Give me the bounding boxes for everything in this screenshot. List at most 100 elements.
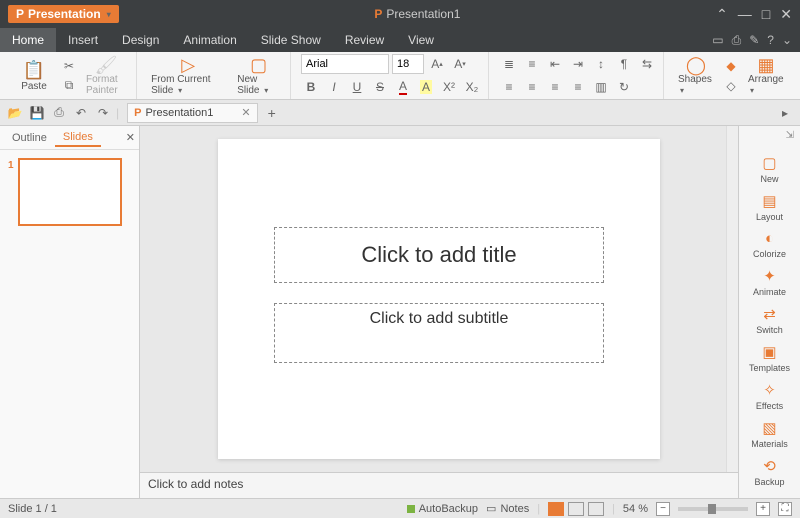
slide-counter: Slide 1 / 1: [8, 503, 57, 515]
rp-new[interactable]: ▢New: [739, 150, 800, 188]
menu-slide-show[interactable]: Slide Show: [249, 28, 333, 52]
format-painter-icon: 🖌: [95, 56, 118, 74]
app-name: Presentation: [28, 7, 101, 21]
menu-insert[interactable]: Insert: [56, 28, 110, 52]
document-tab[interactable]: PPresentation1 ✕: [127, 103, 257, 123]
thumbnails-area[interactable]: 1: [0, 150, 139, 498]
redo-icon[interactable]: ↷: [94, 104, 112, 122]
tool-icon[interactable]: ✎: [749, 33, 759, 47]
doc-tab-icon: P: [134, 107, 141, 119]
help-icon[interactable]: ?: [767, 33, 774, 47]
rp-materials[interactable]: ▧Materials: [739, 415, 800, 453]
rp-switch[interactable]: ⇄Switch: [739, 301, 800, 339]
print-icon[interactable]: ⎙: [732, 33, 742, 48]
from-current-slide-button[interactable]: ▷ From Current Slide ▾: [147, 54, 229, 98]
fill-button[interactable]: ◆: [722, 57, 740, 75]
notes-pane[interactable]: Click to add notes: [140, 472, 738, 498]
reading-view-button[interactable]: [588, 502, 604, 516]
app-badge[interactable]: P Presentation ▾: [8, 5, 119, 23]
autobackup-indicator[interactable]: AutoBackup: [407, 503, 478, 515]
rp-layout[interactable]: ▤Layout: [739, 188, 800, 226]
font-name-input[interactable]: [301, 54, 389, 74]
menu-view[interactable]: View: [396, 28, 446, 52]
menu-animation[interactable]: Animation: [171, 28, 248, 52]
paste-icon: 📋: [23, 59, 45, 81]
columns-button[interactable]: ▥: [591, 77, 611, 97]
zoom-slider[interactable]: [678, 507, 748, 511]
rp-templates[interactable]: ▣Templates: [739, 339, 800, 377]
slide-thumbnail[interactable]: 1: [18, 158, 122, 226]
superscript-button[interactable]: X²: [439, 77, 459, 97]
notes-toggle[interactable]: ▭ Notes: [486, 502, 529, 515]
outline-button[interactable]: ◇: [722, 77, 740, 95]
shrink-font-button[interactable]: A▾: [450, 54, 470, 74]
grow-font-button[interactable]: A▴: [427, 54, 447, 74]
print-quick-icon[interactable]: ⎙: [50, 104, 68, 122]
strike-button[interactable]: S: [370, 77, 390, 97]
shapes-button[interactable]: ◯ Shapes ▾: [674, 54, 718, 98]
window-caret-icon[interactable]: ⌃: [716, 6, 728, 23]
align-right-button[interactable]: ≡: [545, 77, 565, 97]
minimize-button[interactable]: —: [738, 6, 752, 23]
text-direction-button[interactable]: ⇆: [637, 54, 657, 74]
save-icon[interactable]: 💾: [28, 104, 46, 122]
zoom-in-button[interactable]: +: [756, 502, 770, 516]
rp-backup[interactable]: ⟲Backup: [739, 453, 800, 491]
slides-tab[interactable]: Slides: [55, 129, 101, 147]
vertical-scrollbar[interactable]: [726, 126, 738, 472]
fit-button[interactable]: ⛶: [778, 502, 792, 516]
normal-view-button[interactable]: [548, 502, 564, 516]
canvas[interactable]: Click to add title Click to add subtitle: [140, 126, 738, 472]
collapse-ribbon-icon[interactable]: ⌄: [782, 33, 792, 47]
outline-tab[interactable]: Outline: [4, 130, 55, 146]
sorter-view-button[interactable]: [568, 502, 584, 516]
close-panel-icon[interactable]: ✕: [126, 131, 135, 144]
align-left-button[interactable]: ≡: [499, 77, 519, 97]
subscript-button[interactable]: X₂: [462, 77, 482, 97]
font-color-button[interactable]: A: [393, 77, 413, 97]
rp-animate[interactable]: ✦Animate: [739, 263, 800, 301]
highlight-button[interactable]: A: [416, 77, 436, 97]
line-spacing-button[interactable]: ↕: [591, 54, 611, 74]
new-tab-button[interactable]: +: [268, 105, 276, 121]
arrange-button[interactable]: ▦ Arrange ▾: [744, 54, 788, 98]
copy-button[interactable]: ⧉: [60, 77, 78, 95]
window-list-icon[interactable]: ▭: [712, 33, 723, 47]
undo-icon[interactable]: ↶: [72, 104, 90, 122]
decrease-indent-button[interactable]: ⇤: [545, 54, 565, 74]
bullets-button[interactable]: ≣: [499, 54, 519, 74]
align-center-button[interactable]: ≡: [522, 77, 542, 97]
zoom-out-button[interactable]: −: [656, 502, 670, 516]
numbering-button[interactable]: ≡: [522, 54, 542, 74]
close-tab-icon[interactable]: ✕: [241, 106, 250, 119]
thumbnail-number: 1: [8, 160, 14, 171]
paste-button[interactable]: 📋 Paste: [12, 54, 56, 98]
subtitle-placeholder[interactable]: Click to add subtitle: [274, 303, 604, 363]
close-button[interactable]: ✕: [780, 6, 792, 23]
menu-home[interactable]: Home: [0, 28, 56, 52]
rp-effects[interactable]: ✧Effects: [739, 377, 800, 415]
rp-colorize[interactable]: ◐Colorize: [739, 226, 800, 263]
title-placeholder[interactable]: Click to add title: [274, 227, 604, 283]
bold-button[interactable]: B: [301, 77, 321, 97]
maximize-button[interactable]: □: [762, 6, 770, 23]
justify-button[interactable]: ≡: [568, 77, 588, 97]
right-panel-pin-icon[interactable]: ⇲: [739, 130, 800, 150]
layout-icon: ▤: [762, 192, 776, 210]
clipboard-group: 📋 Paste ✂ ⧉ 🖌 Format Painter: [6, 52, 137, 99]
menu-design[interactable]: Design: [110, 28, 171, 52]
format-painter-button[interactable]: 🖌 Format Painter: [82, 54, 130, 98]
underline-button[interactable]: U: [347, 77, 367, 97]
menu-review[interactable]: Review: [333, 28, 396, 52]
font-size-input[interactable]: [392, 54, 424, 74]
italic-button[interactable]: I: [324, 77, 344, 97]
rotate-text-button[interactable]: ↻: [614, 77, 634, 97]
open-icon[interactable]: 📂: [6, 104, 24, 122]
slide[interactable]: Click to add title Click to add subtitle: [218, 139, 660, 459]
panel-toggle-icon[interactable]: ▸: [776, 104, 794, 122]
new-slide-button[interactable]: ▢ New Slide ▾: [233, 54, 284, 98]
paragraph-mark-button[interactable]: ¶: [614, 54, 634, 74]
view-switcher: [548, 502, 604, 516]
cut-button[interactable]: ✂: [60, 57, 78, 75]
increase-indent-button[interactable]: ⇥: [568, 54, 588, 74]
